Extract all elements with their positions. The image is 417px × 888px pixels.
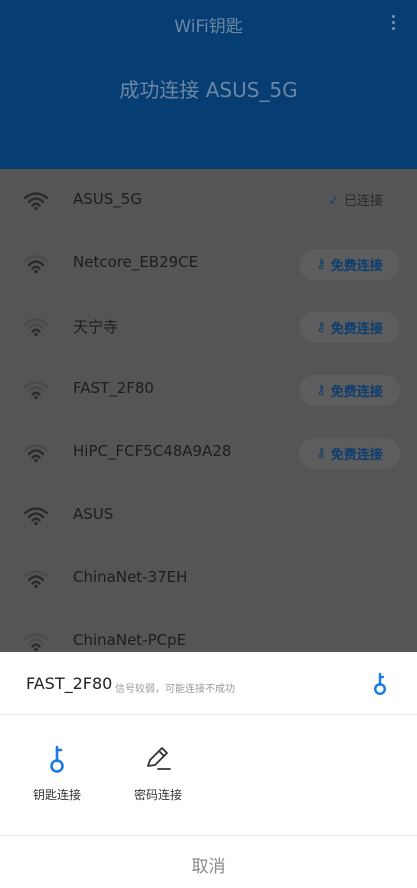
key-connect-button[interactable]: 钥匙连接	[17, 744, 97, 814]
connected-status: ✓ 已连接	[328, 194, 383, 209]
key-icon: ⚷	[316, 383, 326, 398]
pencil-icon	[147, 747, 171, 770]
check-icon: ✓	[328, 194, 339, 209]
key-icon	[50, 745, 64, 773]
wifi-list-item[interactable]: ASUS_5G ✓ 已连接	[0, 169, 417, 232]
wifi-signal-icon	[24, 192, 48, 211]
key-icon: ⚷	[316, 257, 326, 272]
wifi-signal-icon	[24, 507, 48, 526]
wifi-ssid: ChinaNet-PCpE	[73, 631, 187, 649]
wifi-list-item[interactable]: ChinaNet-37EH	[0, 547, 417, 610]
divider	[0, 835, 417, 836]
wifi-ssid: ASUS_5G	[73, 190, 142, 208]
sheet-header: FAST_2F80 信号较弱，可能连接不成功	[0, 652, 417, 715]
app-header: WiFi钥匙 成功连接 ASUS_5G	[0, 0, 417, 169]
wifi-ssid: 天宁寺	[73, 318, 119, 336]
free-connect-button[interactable]: ⚷ 免费连接	[299, 312, 400, 343]
wifi-list-item[interactable]: FAST_2F80 ⚷ 免费连接	[0, 358, 417, 421]
weak-signal-note: 信号较弱，可能连接不成功	[115, 684, 235, 695]
wifi-signal-icon	[24, 570, 48, 589]
key-icon: ⚷	[316, 446, 326, 461]
wifi-ssid: FAST_2F80	[73, 379, 154, 397]
wifi-list-item[interactable]: 天宁寺 ⚷ 免费连接	[0, 295, 417, 358]
wifi-signal-icon	[24, 444, 48, 463]
wifi-signal-icon	[24, 633, 48, 652]
more-options-icon[interactable]	[389, 12, 397, 34]
free-connect-button[interactable]: ⚷ 免费连接	[299, 375, 400, 406]
wifi-list-item[interactable]: ASUS	[0, 484, 417, 547]
wifi-signal-icon	[24, 318, 48, 337]
wifi-ssid: Netcore_EB29CE	[73, 253, 199, 271]
selected-ssid: FAST_2F80	[26, 674, 113, 693]
wifi-list-item[interactable]: Netcore_EB29CE ⚷ 免费连接	[0, 232, 417, 295]
wifi-ssid: HiPC_FCF5C48A9A28	[73, 442, 232, 460]
key-connect-label: 钥匙连接	[32, 788, 81, 802]
connect-options-sheet: FAST_2F80 信号较弱，可能连接不成功 钥匙连接 密码连接 取消	[0, 652, 417, 888]
wifi-list-item[interactable]: ChinaNet-PCpE	[0, 610, 417, 652]
cancel-button[interactable]: 取消	[0, 852, 417, 877]
wifi-signal-icon	[24, 381, 48, 400]
password-connect-button[interactable]: 密码连接	[118, 744, 198, 814]
wifi-ssid: ASUS	[73, 505, 114, 523]
connection-status-headline: 成功连接 ASUS_5G	[119, 78, 298, 102]
free-connect-button[interactable]: ⚷ 免费连接	[299, 438, 400, 469]
wifi-signal-icon	[24, 255, 48, 274]
password-connect-label: 密码连接	[133, 788, 182, 802]
key-icon	[373, 672, 387, 696]
key-icon: ⚷	[316, 320, 326, 335]
wifi-list-item[interactable]: HiPC_FCF5C48A9A28 ⚷ 免费连接	[0, 421, 417, 484]
wifi-ssid: ChinaNet-37EH	[73, 568, 188, 586]
wifi-list: ASUS_5G ✓ 已连接 Netcore_EB29CE ⚷ 免费连接 天宁寺 ⚷ 免…	[0, 169, 417, 652]
app-title: WiFi钥匙	[174, 17, 243, 37]
free-connect-button[interactable]: ⚷ 免费连接	[299, 249, 400, 280]
